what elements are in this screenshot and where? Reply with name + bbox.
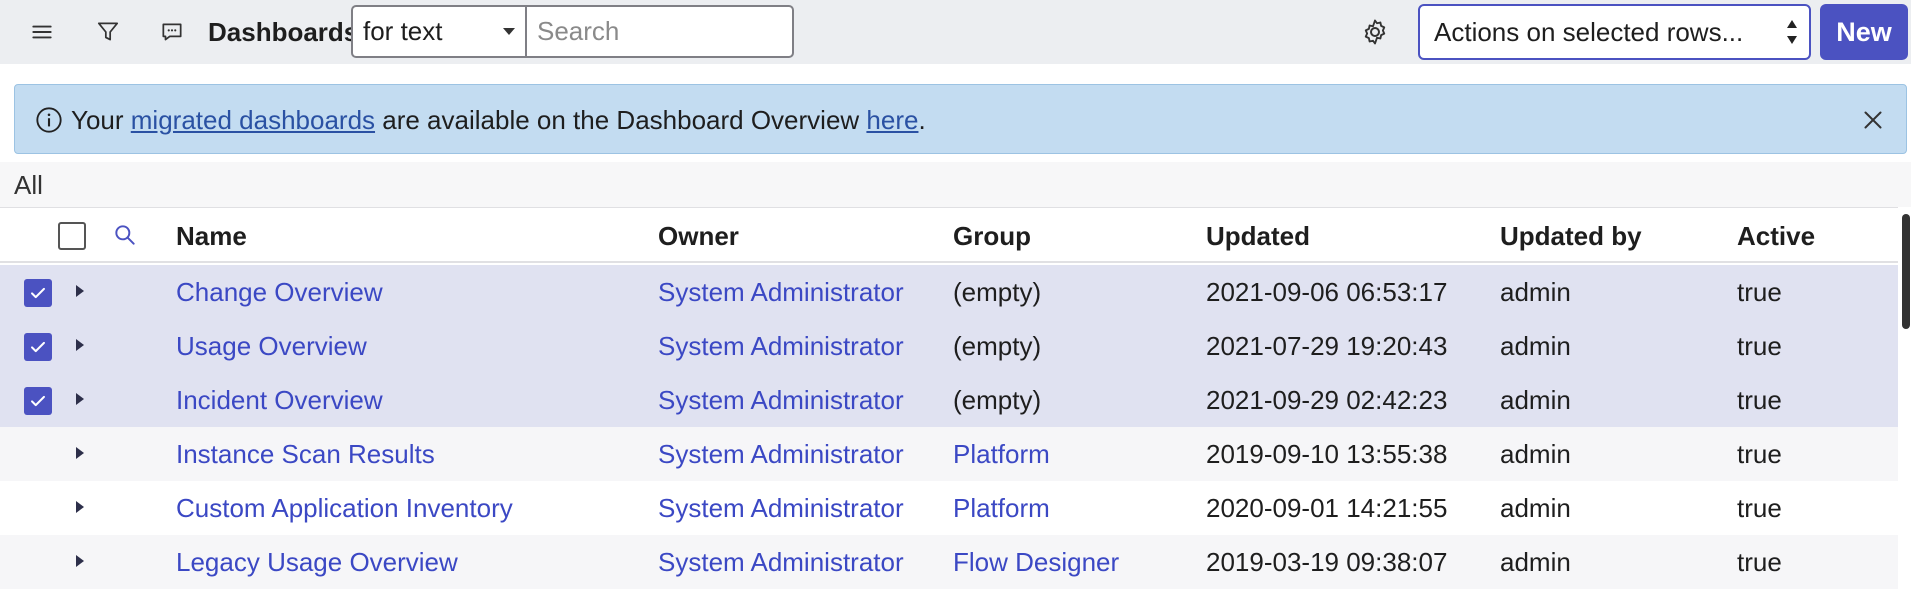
group-link[interactable]: Platform <box>953 492 1050 524</box>
banner-message: Your migrated dashboards are available o… <box>71 103 926 137</box>
here-link[interactable]: here <box>866 105 918 135</box>
hamburger-menu-icon[interactable] <box>22 12 62 52</box>
active-cell: true <box>1737 331 1782 361</box>
active-cell: true <box>1737 547 1782 577</box>
search-field-select-value: for text <box>363 16 443 46</box>
search-icon[interactable] <box>112 222 138 248</box>
group-link[interactable]: Platform <box>953 438 1050 470</box>
column-header-group[interactable]: Group <box>953 220 1031 252</box>
column-header-active[interactable]: Active <box>1737 220 1815 252</box>
row-checkbox-checked[interactable] <box>24 279 52 307</box>
search-field-select[interactable]: for text <box>351 5 525 58</box>
page-title: Dashboards <box>208 17 359 47</box>
record-name-link[interactable]: Change Overview <box>176 276 383 308</box>
banner-text: . <box>918 105 926 135</box>
expand-row-icon[interactable] <box>76 393 84 405</box>
updated-by-cell: admin <box>1500 277 1571 307</box>
table-row[interactable]: Change Overview System Administrator (empt… <box>0 265 1898 319</box>
group-link[interactable]: Flow Designer <box>953 546 1119 578</box>
updated-by-cell: admin <box>1500 547 1571 577</box>
updated-cell: 2019-09-10 13:55:38 <box>1206 439 1448 469</box>
new-button[interactable]: New <box>1820 4 1908 60</box>
active-cell: true <box>1737 439 1782 469</box>
updated-cell: 2021-09-29 02:42:23 <box>1206 385 1448 415</box>
group-cell: (empty) <box>953 277 1042 307</box>
expand-row-icon[interactable] <box>76 339 84 351</box>
info-icon <box>36 107 62 133</box>
updated-cell: 2021-09-06 06:53:17 <box>1206 277 1448 307</box>
record-name-link[interactable]: Legacy Usage Overview <box>176 546 458 578</box>
actions-on-selected-rows-select[interactable]: Actions on selected rows... <box>1418 4 1811 60</box>
column-header-updated[interactable]: Updated <box>1206 220 1310 252</box>
migrated-dashboards-link[interactable]: migrated dashboards <box>131 105 375 135</box>
select-all-checkbox[interactable] <box>58 222 86 250</box>
filter-icon[interactable] <box>88 12 128 52</box>
column-header-updated-by[interactable]: Updated by <box>1500 220 1642 252</box>
table-row[interactable]: Instance Scan Results System Administrato… <box>0 427 1898 481</box>
column-header-owner[interactable]: Owner <box>658 220 739 252</box>
owner-link[interactable]: System Administrator <box>658 438 904 470</box>
chevron-down-icon <box>503 28 515 35</box>
table-row[interactable]: Legacy Usage Overview System Administrato… <box>0 535 1898 589</box>
select-arrows-icon <box>1787 20 1797 44</box>
table-row[interactable]: Usage Overview System Administrator (empty… <box>0 319 1898 373</box>
breadcrumb: All <box>0 162 1911 207</box>
comment-icon[interactable] <box>152 12 192 52</box>
record-name-link[interactable]: Custom Application Inventory <box>176 492 513 524</box>
row-checkbox-checked[interactable] <box>24 333 52 361</box>
active-cell: true <box>1737 277 1782 307</box>
checkmark-icon <box>31 341 45 353</box>
owner-link[interactable]: System Administrator <box>658 384 904 416</box>
list-header-bar: Dashboards for text Actions on selected … <box>0 0 1911 64</box>
updated-by-cell: admin <box>1500 439 1571 469</box>
group-cell: (empty) <box>953 331 1042 361</box>
updated-by-cell: admin <box>1500 493 1571 523</box>
record-name-link[interactable]: Instance Scan Results <box>176 438 435 470</box>
owner-link[interactable]: System Administrator <box>658 276 904 308</box>
updated-cell: 2021-07-29 19:20:43 <box>1206 331 1448 361</box>
close-icon[interactable] <box>1858 105 1888 135</box>
row-checkbox-checked[interactable] <box>24 387 52 415</box>
updated-by-cell: admin <box>1500 331 1571 361</box>
record-name-link[interactable]: Incident Overview <box>176 384 383 416</box>
expand-row-icon[interactable] <box>76 285 84 297</box>
record-name-link[interactable]: Usage Overview <box>176 330 367 362</box>
updated-cell: 2020-09-01 14:21:55 <box>1206 493 1448 523</box>
owner-link[interactable]: System Administrator <box>658 546 904 578</box>
owner-link[interactable]: System Administrator <box>658 330 904 362</box>
checkmark-icon <box>31 287 45 299</box>
table-header: Name Owner Group Updated Updated by Acti… <box>0 207 1898 263</box>
actions-select-value: Actions on selected rows... <box>1434 16 1744 47</box>
search-input[interactable] <box>525 5 794 58</box>
expand-row-icon[interactable] <box>76 501 84 513</box>
scrollbar[interactable] <box>1902 214 1910 329</box>
table-row[interactable]: Custom Application Inventory System Admin… <box>0 481 1898 535</box>
banner-text: Your <box>71 105 131 135</box>
active-cell: true <box>1737 385 1782 415</box>
active-cell: true <box>1737 493 1782 523</box>
info-banner: Your migrated dashboards are available o… <box>14 84 1907 154</box>
breadcrumb-all[interactable]: All <box>14 168 43 202</box>
table-row[interactable]: Incident Overview System Administrator (em… <box>0 373 1898 427</box>
checkmark-icon <box>31 395 45 407</box>
banner-text: are available on the Dashboard Overview <box>375 105 867 135</box>
updated-cell: 2019-03-19 09:38:07 <box>1206 547 1448 577</box>
updated-by-cell: admin <box>1500 385 1571 415</box>
gear-icon[interactable] <box>1355 12 1395 52</box>
group-cell: (empty) <box>953 385 1042 415</box>
column-header-name[interactable]: Name <box>176 220 247 252</box>
expand-row-icon[interactable] <box>76 447 84 459</box>
expand-row-icon[interactable] <box>76 555 84 567</box>
owner-link[interactable]: System Administrator <box>658 492 904 524</box>
